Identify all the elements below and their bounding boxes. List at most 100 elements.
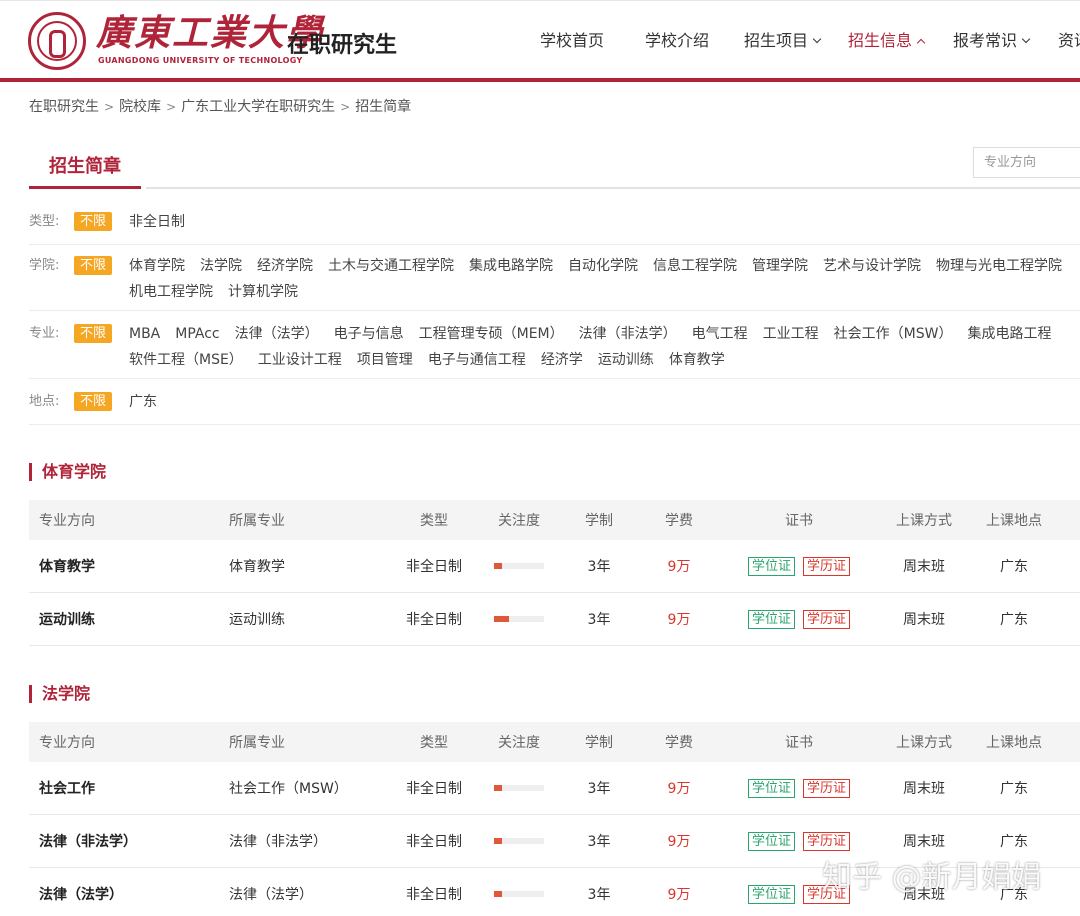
filter-option[interactable]: 体育教学 bbox=[669, 347, 725, 373]
breadcrumb-current: 招生简章 bbox=[355, 99, 412, 115]
filter-label: 学院: bbox=[29, 258, 60, 273]
table-row[interactable]: 运动训练 运动训练 非全日制 3年 9万 学位证 学历证 周末班 广东 bbox=[29, 593, 1080, 646]
filter-option[interactable]: 信息工程学院 bbox=[653, 253, 737, 279]
filter-option[interactable]: 电气工程 bbox=[692, 321, 748, 347]
filter-option[interactable]: 法律（法学） bbox=[235, 321, 319, 347]
logo-english-name[interactable]: GUANGDONG UNIVERSITY OF TECHNOLOGY bbox=[98, 56, 303, 65]
university-seal-logo[interactable] bbox=[28, 12, 86, 70]
filter-option[interactable]: 项目管理 bbox=[357, 347, 413, 373]
th-type: 类型 bbox=[420, 513, 448, 529]
breadcrumb-item[interactable]: 院校库 bbox=[119, 99, 161, 115]
filter-option[interactable]: 工业设计工程 bbox=[258, 347, 342, 373]
filter-option[interactable]: 集成电路学院 bbox=[469, 253, 553, 279]
filter-all-badge[interactable]: 不限 bbox=[74, 212, 113, 231]
chevron-right-icon: > bbox=[104, 100, 115, 114]
breadcrumb-item[interactable]: 广东工业大学在职研究生 bbox=[181, 99, 335, 115]
filter-all-badge[interactable]: 不限 bbox=[74, 324, 113, 343]
site-header: 廣東工業大學 GUANGDONG UNIVERSITY OF TECHNOLOG… bbox=[0, 0, 1080, 80]
program-table: 专业方向 所属专业 类型 关注度 学制 学费 证书 上课方式 上课地点 体育教学… bbox=[29, 500, 1080, 646]
education-cert-badge: 学历证 bbox=[803, 778, 851, 798]
filter-option[interactable]: 电子与信息 bbox=[334, 321, 404, 347]
education-cert-badge: 学历证 bbox=[803, 556, 851, 576]
row-direction[interactable]: 体育教学 bbox=[39, 540, 95, 592]
row-direction[interactable]: 社会工作 bbox=[39, 762, 95, 814]
major-search-input[interactable] bbox=[974, 148, 1080, 177]
filter-option[interactable]: 工业工程 bbox=[763, 321, 819, 347]
nav-home[interactable]: 学校首页 bbox=[540, 30, 604, 52]
filter-option[interactable]: 工程管理专硕（MEM） bbox=[419, 321, 564, 347]
degree-cert-badge: 学位证 bbox=[747, 609, 795, 629]
filter-options: 非全日制 bbox=[129, 209, 1079, 235]
row-class-mode: 周末班 bbox=[903, 559, 945, 575]
row-class-mode: 周末班 bbox=[903, 781, 945, 797]
chevron-up-icon bbox=[916, 38, 926, 48]
row-direction[interactable]: 法律（法学） bbox=[39, 868, 123, 916]
table-row[interactable]: 体育教学 体育教学 非全日制 3年 9万 学位证 学历证 周末班 广东 bbox=[29, 540, 1080, 593]
filter-option[interactable]: 集成电路工程 bbox=[967, 321, 1051, 347]
th-type: 类型 bbox=[420, 735, 448, 751]
filter-option[interactable]: 法学院 bbox=[200, 253, 242, 279]
filter-options: MBA MPAcc 法律（法学） 电子与信息 工程管理专硕（MEM） 法律（非法学） 电气工… bbox=[129, 321, 1079, 373]
attention-bar-fill bbox=[494, 785, 502, 791]
nav-programs[interactable]: 招生项目 bbox=[744, 30, 822, 52]
row-class-location: 广东 bbox=[1000, 781, 1028, 797]
row-duration: 3年 bbox=[587, 834, 611, 850]
row-direction[interactable]: 运动训练 bbox=[39, 593, 95, 645]
tab-active-indicator bbox=[29, 186, 141, 189]
degree-cert-badge: 学位证 bbox=[747, 831, 795, 851]
th-fee: 学费 bbox=[665, 735, 693, 751]
row-major: 社会工作（MSW） bbox=[229, 781, 348, 797]
filter-option[interactable]: 广东 bbox=[129, 389, 157, 415]
nav-about[interactable]: 学校介绍 bbox=[645, 30, 709, 52]
nav-news[interactable]: 资讯 bbox=[1058, 30, 1080, 52]
attention-bar-fill bbox=[494, 616, 509, 622]
tab-admission-brochure[interactable]: 招生简章 bbox=[49, 152, 121, 178]
filter-all-badge[interactable]: 不限 bbox=[74, 392, 113, 411]
th-direction: 专业方向 bbox=[39, 735, 95, 751]
filter-options: 广东 bbox=[129, 389, 1079, 415]
nav-admission-info[interactable]: 招生信息 bbox=[848, 30, 926, 52]
attention-bar-fill bbox=[494, 838, 502, 844]
filter-option[interactable]: 电子与通信工程 bbox=[428, 347, 526, 373]
chevron-down-icon bbox=[812, 34, 822, 44]
breadcrumb-item[interactable]: 在职研究生 bbox=[29, 99, 99, 115]
filter-option[interactable]: 经济学院 bbox=[257, 253, 313, 279]
nav-exam-guide[interactable]: 报考常识 bbox=[953, 30, 1031, 52]
filter-option[interactable]: 软件工程（MSE） bbox=[129, 347, 243, 373]
th-class-location: 上课地点 bbox=[986, 513, 1042, 529]
row-direction[interactable]: 法律（非法学） bbox=[39, 815, 137, 867]
breadcrumb: 在职研究生 > 院校库 > 广东工业大学在职研究生 > 招生简章 bbox=[29, 96, 411, 116]
row-attention bbox=[489, 762, 549, 814]
th-major: 所属专业 bbox=[229, 735, 285, 751]
college-heading: 体育学院 bbox=[29, 463, 106, 481]
row-class-location: 广东 bbox=[1000, 559, 1028, 575]
degree-cert-badge: 学位证 bbox=[747, 884, 795, 904]
college-heading: 法学院 bbox=[29, 685, 90, 703]
filter-option[interactable]: MPAcc bbox=[175, 321, 219, 347]
filter-option[interactable]: 物理与光电工程学院 bbox=[936, 253, 1062, 279]
row-fee: 9万 bbox=[667, 887, 691, 903]
chevron-down-icon bbox=[1021, 34, 1031, 44]
filter-option[interactable]: MBA bbox=[129, 321, 160, 347]
filter-option[interactable]: 自动化学院 bbox=[568, 253, 638, 279]
table-row[interactable]: 社会工作 社会工作（MSW） 非全日制 3年 9万 学位证 学历证 周末班 广东 bbox=[29, 762, 1080, 815]
filter-option[interactable]: 法律（非法学） bbox=[579, 321, 677, 347]
filter-option[interactable]: 体育学院 bbox=[129, 253, 185, 279]
row-fee: 9万 bbox=[667, 559, 691, 575]
th-direction: 专业方向 bbox=[39, 513, 95, 529]
filter-option[interactable]: 艺术与设计学院 bbox=[823, 253, 921, 279]
header-divider bbox=[0, 78, 1080, 82]
filter-option[interactable]: 运动训练 bbox=[598, 347, 654, 373]
filter-option[interactable]: 计算机学院 bbox=[228, 279, 298, 305]
filter-option[interactable]: 管理学院 bbox=[752, 253, 808, 279]
site-title[interactable]: 在职研究生 bbox=[287, 27, 397, 59]
filter-option[interactable]: 机电工程学院 bbox=[129, 279, 213, 305]
filter-all-badge[interactable]: 不限 bbox=[74, 256, 113, 275]
row-type: 非全日制 bbox=[406, 781, 462, 797]
filter-option[interactable]: 社会工作（MSW） bbox=[834, 321, 953, 347]
filter-option[interactable]: 经济学 bbox=[541, 347, 583, 373]
row-fee: 9万 bbox=[667, 834, 691, 850]
filter-option[interactable]: 土木与交通工程学院 bbox=[328, 253, 454, 279]
filter-option[interactable]: 非全日制 bbox=[129, 209, 185, 235]
row-class-location: 广东 bbox=[1000, 612, 1028, 628]
